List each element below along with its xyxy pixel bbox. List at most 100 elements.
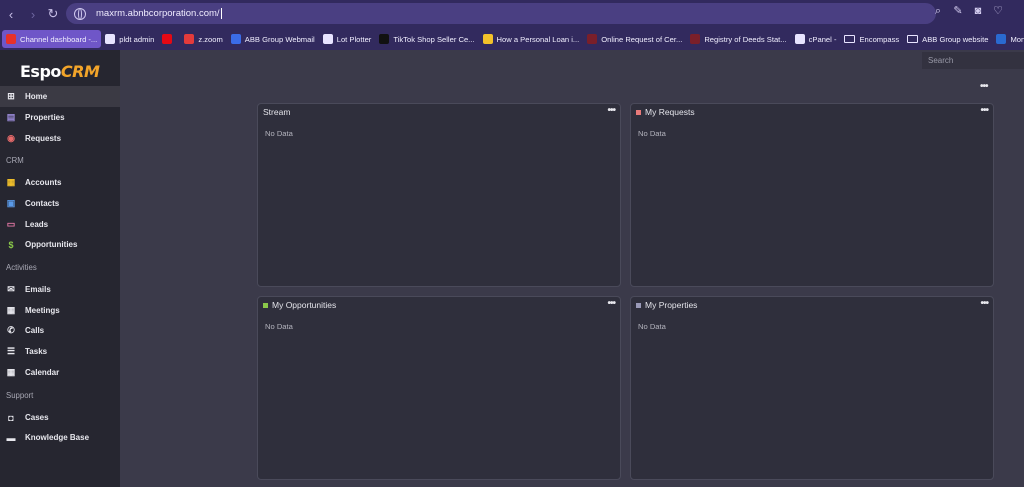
dashlet-title-text: My Properties	[645, 300, 698, 310]
nav-label: Tasks	[25, 347, 48, 356]
bookmark-label: ABB Group website	[922, 34, 989, 44]
book-icon: ▬	[6, 432, 16, 443]
nav-item-cases[interactable]: ◘ Cases	[0, 407, 120, 428]
bookmark-favicon-icon	[794, 34, 805, 44]
dashlet-title: My Properties	[636, 300, 697, 310]
bookmark-item[interactable]: TikTok Shop Seller Ce...	[375, 30, 478, 48]
bookmark-label: Channel dashboard -...	[20, 34, 98, 44]
dashlet-menu-icon[interactable]: •••	[980, 299, 988, 309]
espocrm-logo[interactable]: EspoCRM	[20, 62, 100, 81]
bookmark-label: Online Request of Cer...	[601, 34, 683, 44]
bookmark-item[interactable]: Registry of Deeds Stat...	[686, 30, 790, 48]
dashlet-title-text: My Requests	[645, 107, 695, 117]
bookmark-label: Lot Plotter	[336, 34, 372, 44]
bookmark-item[interactable]: Encompass	[840, 30, 903, 48]
nav-item-knowledge-base[interactable]: ▬ Knowledge Base	[0, 427, 120, 448]
bookmark-label: TikTok Shop Seller Ce...	[393, 34, 475, 44]
color-marker-icon	[636, 109, 641, 115]
empty-state-text: No Data	[265, 129, 293, 138]
dollar-icon: $	[8, 239, 14, 250]
dashboard-menu-icon[interactable]: •••	[980, 82, 988, 92]
sidebar: EspoCRM ⊞ Home ▤ Properties ◉ Requests ▦ Accoun…	[0, 50, 120, 487]
nav-label: Calls	[25, 326, 45, 335]
dashlet-menu-icon[interactable]: •••	[607, 106, 615, 116]
nav-item-tasks[interactable]: ☰ Tasks	[0, 341, 120, 362]
bookmark-item[interactable]: Moncello Crest Com	[992, 30, 1024, 48]
bookmarks-bar: Channel dashboard -... pldt admin z.zoom AB…	[0, 28, 1024, 50]
search-page-icon[interactable]: ⌕	[932, 5, 944, 17]
dashlet-title: My Opportunities	[263, 300, 336, 310]
dashlet-title-text: Stream	[263, 107, 291, 117]
dashlet-my-properties: My Properties ••• No Data	[630, 296, 994, 480]
empty-state-text: No Data	[638, 322, 666, 331]
bookmark-favicon-icon	[690, 34, 701, 44]
phone-icon: ✆	[7, 325, 15, 335]
bookmark-item[interactable]: How a Personal Loan i...	[479, 30, 584, 48]
camera-icon[interactable]: ◙	[972, 5, 984, 17]
nav-item-meetings[interactable]: ▦ Meetings	[0, 300, 120, 321]
bookmark-favicon-icon	[322, 34, 333, 44]
bookmark-favicon-icon	[230, 34, 241, 44]
accounts-icon: ▦	[6, 177, 16, 187]
reload-icon[interactable]: ↻	[42, 3, 64, 25]
edit-icon[interactable]: ✎	[952, 5, 964, 17]
dashlet-title: Stream	[263, 107, 290, 117]
nav-label: Opportunities	[25, 240, 78, 249]
contacts-icon: ▣	[6, 198, 16, 208]
global-search-input[interactable]: Search	[922, 52, 1024, 69]
dashlet-menu-icon[interactable]: •••	[980, 106, 988, 116]
bookmark-item[interactable]: pldt admin	[101, 30, 158, 48]
nav-item-emails[interactable]: ✉ Emails	[0, 279, 120, 300]
empty-state-text: No Data	[638, 129, 666, 138]
bookmark-label: z.zoom	[198, 34, 223, 44]
nav-label: Calendar	[25, 368, 60, 377]
dashlet-menu-icon[interactable]: •••	[607, 299, 615, 309]
nav-item-calendar[interactable]: ▦ Calendar	[0, 362, 120, 383]
bookmark-item[interactable]	[158, 30, 180, 48]
folder-icon	[844, 35, 856, 43]
bookmark-item[interactable]: cPanel -	[791, 30, 841, 48]
bookmark-item[interactable]: Channel dashboard -...	[2, 30, 102, 48]
bookmark-label: cPanel -	[808, 34, 837, 44]
building-icon: ▤	[6, 112, 16, 122]
bookmark-item[interactable]: Lot Plotter	[319, 30, 376, 48]
forward-icon[interactable]: ›	[22, 3, 44, 25]
nav-item-properties[interactable]: ▤ Properties	[0, 107, 120, 128]
nav-item-home[interactable]: ⊞ Home	[0, 86, 120, 107]
bookmark-label: Registry of Deeds Stat...	[704, 34, 787, 44]
nav-item-requests[interactable]: ◉ Requests	[0, 128, 120, 149]
back-icon[interactable]: ‹	[0, 3, 22, 25]
nav-item-accounts[interactable]: ▦ Accounts	[0, 172, 120, 193]
bookmark-item[interactable]: z.zoom	[180, 30, 226, 48]
color-marker-icon	[263, 302, 268, 308]
dashlet-my-requests: My Requests ••• No Data	[630, 103, 994, 287]
bookmark-item[interactable]: Online Request of Cer...	[583, 30, 686, 48]
bookmark-item[interactable]: ABB Group website	[903, 30, 992, 48]
address-bar[interactable]: maxrm.abnbcorporation.com/	[66, 3, 936, 24]
bookmark-favicon-icon	[6, 34, 16, 44]
heart-icon[interactable]: ♡	[992, 5, 1004, 17]
dashlet-stream: Stream ••• No Data	[257, 103, 621, 287]
dashlet-my-opportunities: My Opportunities ••• No Data	[257, 296, 621, 480]
bookmark-favicon-icon	[105, 34, 116, 44]
color-marker-icon	[636, 302, 641, 308]
bookmark-favicon-icon	[996, 34, 1007, 44]
nav-item-opportunities[interactable]: $ Opportunities	[0, 234, 120, 255]
bookmark-label: Moncello Crest Com	[1010, 34, 1024, 44]
nav-item-leads[interactable]: ▭ Leads	[0, 214, 120, 235]
text-caret	[220, 8, 222, 19]
nav-item-contacts[interactable]: ▣ Contacts	[0, 193, 120, 214]
folder-icon	[907, 35, 919, 43]
empty-state-text: No Data	[265, 322, 293, 331]
bookmark-favicon-icon	[162, 34, 173, 44]
target-icon: ◉	[7, 133, 15, 143]
nav-label: Home	[25, 92, 48, 101]
nav-item-calls[interactable]: ✆ Calls	[0, 320, 120, 341]
dashlet-title-text: My Opportunities	[272, 300, 337, 310]
nav-label: Meetings	[25, 306, 60, 315]
bookmark-item[interactable]: ABB Group Webmail	[227, 30, 319, 48]
nav-label: Emails	[25, 285, 51, 294]
bookmark-favicon-icon	[184, 34, 195, 44]
nav-category-label: Activities	[6, 263, 37, 272]
nav-label: Contacts	[25, 199, 60, 208]
